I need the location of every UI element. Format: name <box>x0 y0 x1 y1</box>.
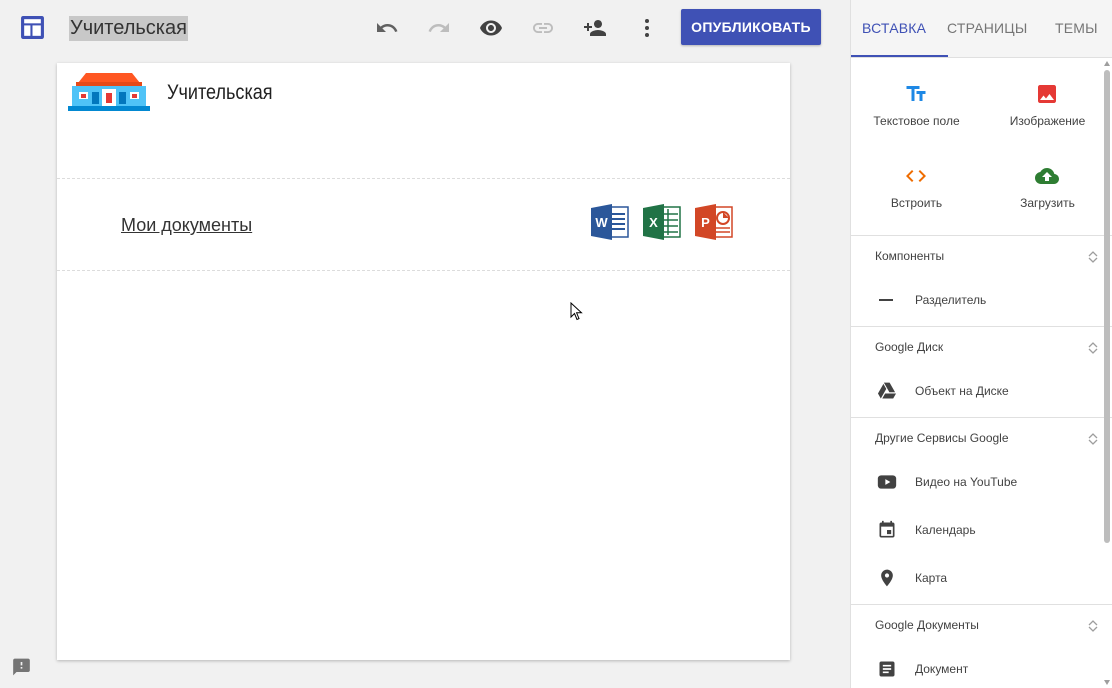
insert-embed-label: Встроить <box>890 196 943 210</box>
sites-logo-icon[interactable] <box>20 15 45 40</box>
insert-upload[interactable]: Загрузить <box>982 140 1112 222</box>
insert-calendar-item[interactable]: Календарь <box>851 512 1112 552</box>
tab-pages[interactable]: СТРАНИЦЫ <box>947 20 1027 36</box>
document-icon <box>879 661 895 677</box>
collapse-icon[interactable] <box>1087 341 1099 355</box>
section-other-google-services: Другие Сервисы Google Видео на YouTube К… <box>851 418 1112 605</box>
insert-map-label: Карта <box>915 571 948 585</box>
insert-text-box-label: Текстовое поле <box>873 114 960 128</box>
collapse-icon[interactable] <box>1087 619 1099 633</box>
scroll-down-icon[interactable] <box>1103 678 1111 686</box>
insert-drive-item[interactable]: Объект на Диске <box>851 373 1112 413</box>
section-google-drive: Google Диск Объект на Диске <box>851 327 1112 418</box>
scroll-up-icon[interactable] <box>1103 60 1111 68</box>
word-icon[interactable]: W <box>590 203 630 241</box>
tab-insert[interactable]: ВСТАВКА <box>862 20 926 36</box>
section-components-title[interactable]: Компоненты <box>875 249 944 263</box>
insert-map-item[interactable]: Карта <box>851 560 1112 600</box>
link-icon <box>533 23 553 33</box>
insert-divider-label: Разделитель <box>915 293 987 307</box>
school-building-logo-icon[interactable] <box>68 71 150 111</box>
insert-image-label: Изображение <box>1009 114 1086 128</box>
preview-button[interactable] <box>475 12 507 44</box>
tab-themes[interactable]: ТЕМЫ <box>1055 20 1098 36</box>
divider-icon <box>879 299 893 301</box>
insert-text-box[interactable]: Текстовое поле <box>851 58 982 140</box>
mouse-cursor-icon <box>570 302 583 321</box>
map-pin-icon <box>881 569 893 587</box>
image-icon <box>1038 85 1056 103</box>
insert-calendar-label: Календарь <box>915 523 976 537</box>
my-documents-link[interactable]: Мои документы <box>121 215 252 236</box>
powerpoint-icon[interactable]: P <box>694 203 734 241</box>
svg-text:W: W <box>595 215 608 230</box>
section-google-drive-title[interactable]: Google Диск <box>875 340 943 354</box>
youtube-icon <box>877 475 897 489</box>
site-page-canvas[interactable]: Учительская Мои документы W X P <box>57 63 790 660</box>
site-title-input[interactable]: Учительская <box>69 16 188 41</box>
redo-button[interactable] <box>423 12 455 44</box>
section-google-docs: Google Документы Документ <box>851 605 1112 688</box>
upload-cloud-icon <box>1035 168 1059 184</box>
insert-document-item[interactable]: Документ <box>851 651 1112 688</box>
collapse-icon[interactable] <box>1087 250 1099 264</box>
embed-code-icon <box>906 170 926 182</box>
drive-icon <box>877 382 897 399</box>
section-google-docs-title[interactable]: Google Документы <box>875 618 979 632</box>
insert-image[interactable]: Изображение <box>982 58 1112 140</box>
page-site-name[interactable]: Учительская <box>167 81 273 105</box>
link-button[interactable] <box>527 12 559 44</box>
insert-panel: ВСТАВКА СТРАНИЦЫ ТЕМЫ Текстовое поле Изо… <box>850 0 1112 688</box>
svg-text:P: P <box>701 215 710 230</box>
undo-icon <box>377 23 398 32</box>
insert-divider-item[interactable]: Разделитель <box>851 282 1112 322</box>
section-divider <box>57 270 790 271</box>
panel-scrollbar[interactable] <box>1104 70 1110 543</box>
section-components: Компоненты Разделитель <box>851 236 1112 327</box>
panel-tabs: ВСТАВКА СТРАНИЦЫ ТЕМЫ <box>851 0 1112 58</box>
publish-button[interactable]: ОПУБЛИКОВАТЬ <box>681 9 821 45</box>
collapse-icon[interactable] <box>1087 432 1099 446</box>
section-divider <box>57 178 790 179</box>
excel-icon[interactable]: X <box>642 203 682 241</box>
more-options-button[interactable] <box>631 12 663 44</box>
active-tab-indicator <box>851 55 948 57</box>
insert-embed[interactable]: Встроить <box>851 140 982 222</box>
insert-items-grid: Текстовое поле Изображение Встроить Загр… <box>851 58 1112 236</box>
more-vert-icon <box>645 19 649 37</box>
insert-upload-label: Загрузить <box>1020 196 1075 210</box>
insert-document-label: Документ <box>915 662 969 676</box>
svg-text:X: X <box>649 215 658 230</box>
calendar-icon <box>879 520 895 538</box>
insert-youtube-item[interactable]: Видео на YouTube <box>851 464 1112 504</box>
share-person-add-icon <box>584 20 606 36</box>
text-box-icon <box>906 86 926 101</box>
share-button[interactable] <box>579 12 611 44</box>
redo-icon <box>428 23 449 32</box>
undo-button[interactable] <box>371 12 403 44</box>
insert-drive-label: Объект на Диске <box>915 384 1009 398</box>
preview-eye-icon <box>480 20 502 36</box>
section-other-services-title[interactable]: Другие Сервисы Google <box>875 431 1009 445</box>
insert-youtube-label: Видео на YouTube <box>915 475 1018 489</box>
feedback-icon[interactable] <box>11 657 32 677</box>
